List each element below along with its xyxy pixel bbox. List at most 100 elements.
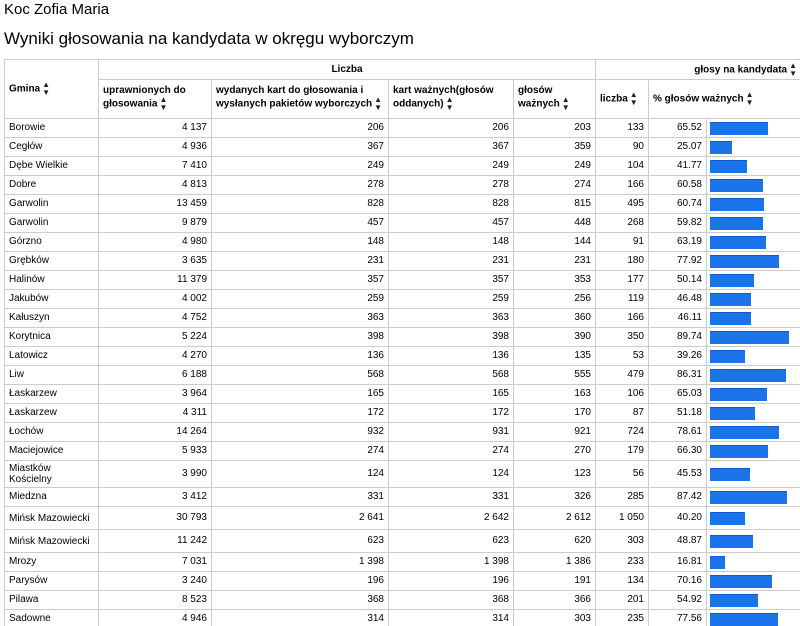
liczba-cell: 166 xyxy=(595,175,649,195)
procent-cell: 60.58 xyxy=(648,175,707,195)
percent-bar-cell xyxy=(705,487,800,507)
percent-bar-cell xyxy=(705,609,800,626)
col-header-liczba[interactable]: liczba ▲ ▼ xyxy=(595,79,649,119)
liczba-cell: 479 xyxy=(595,365,649,385)
col-header-procent-label: % głosów ważnych xyxy=(653,93,744,105)
procent-cell: 50.14 xyxy=(648,270,707,290)
wydanych-cell: 357 xyxy=(211,270,389,290)
table-row: Mińsk Mazowiecki 11 242 623 623 620 303 48.87 xyxy=(4,529,800,553)
percent-bar-cell xyxy=(705,118,800,138)
percent-bar xyxy=(710,490,787,504)
kart-cell: 148 xyxy=(388,232,514,252)
percent-bar xyxy=(710,368,786,382)
percent-bar-cell xyxy=(705,251,800,271)
wydanych-cell: 623 xyxy=(211,529,389,553)
uprawnionych-cell: 11 379 xyxy=(98,270,212,290)
kart-cell: 172 xyxy=(388,403,514,423)
gmina-cell: Miedzna xyxy=(4,487,99,507)
group-header-glosy-label: głosy na kandydata xyxy=(694,64,788,76)
procent-cell: 87.42 xyxy=(648,487,707,507)
sort-up-down-icon: ▲ ▼ xyxy=(374,95,383,112)
wydanych-cell: 368 xyxy=(211,590,389,610)
liczba-cell: 233 xyxy=(595,552,649,572)
percent-bar-cell xyxy=(705,327,800,347)
glosow-cell: 555 xyxy=(513,365,596,385)
kart-cell: 314 xyxy=(388,609,514,626)
group-header-glosy[interactable]: głosy na kandydata ▲ ▼ xyxy=(594,59,800,80)
table-row: Korytnica 5 224 398 398 390 350 89.74 xyxy=(4,327,800,347)
sort-up-down-icon: ▲ ▼ xyxy=(561,95,570,112)
liczba-cell: 104 xyxy=(595,156,649,176)
table-row: Liw 6 188 568 568 555 479 86.31 xyxy=(4,365,800,385)
procent-cell: 86.31 xyxy=(648,365,707,385)
procent-cell: 63.19 xyxy=(648,232,707,252)
glosow-cell: 123 xyxy=(513,460,596,488)
percent-bar-cell xyxy=(705,156,800,176)
glosow-cell: 274 xyxy=(513,175,596,195)
kart-cell: 136 xyxy=(388,346,514,366)
percent-bar xyxy=(710,159,747,173)
percent-bar-cell xyxy=(705,137,800,157)
col-header-glosow[interactable]: głosów ważnych ▲ ▼ xyxy=(513,79,596,119)
candidate-name: Koc Zofia Maria xyxy=(4,1,110,18)
col-header-uprawnionych[interactable]: uprawnionych do głosowania ▲ ▼ xyxy=(98,79,212,119)
liczba-cell: 53 xyxy=(595,346,649,366)
percent-bar-cell xyxy=(705,175,800,195)
uprawnionych-cell: 5 933 xyxy=(98,441,212,461)
kart-cell: 828 xyxy=(388,194,514,214)
col-header-uprawnionych-label: uprawnionych do głosowania xyxy=(103,85,186,110)
glosow-cell: 191 xyxy=(513,571,596,591)
wydanych-cell: 932 xyxy=(211,422,389,442)
glosow-cell: 303 xyxy=(513,609,596,626)
percent-bar xyxy=(710,330,789,344)
percent-bar xyxy=(710,178,764,192)
glosow-cell: 620 xyxy=(513,529,596,553)
percent-bar-cell xyxy=(705,384,800,404)
glosow-cell: 2 612 xyxy=(513,506,596,530)
percent-bar-cell xyxy=(705,270,800,290)
wydanych-cell: 172 xyxy=(211,403,389,423)
kart-cell: 331 xyxy=(388,487,514,507)
percent-bar-cell xyxy=(705,552,800,572)
wydanych-cell: 2 641 xyxy=(211,506,389,530)
uprawnionych-cell: 4 311 xyxy=(98,403,212,423)
col-header-gmina[interactable]: Gmina ▲ ▼ xyxy=(4,59,99,119)
procent-cell: 65.03 xyxy=(648,384,707,404)
table-row: Cegłów 4 936 367 367 359 90 25.07 xyxy=(4,137,800,157)
table-row: Łochów 14 264 932 931 921 724 78.61 xyxy=(4,422,800,442)
col-header-wydanych[interactable]: wydanych kart do głosowania i wysłanych … xyxy=(211,79,389,119)
wydanych-cell: 367 xyxy=(211,137,389,157)
table-row: Łaskarzew 3 964 165 165 163 106 65.03 xyxy=(4,384,800,404)
kart-cell: 357 xyxy=(388,270,514,290)
table-row: Halinów 11 379 357 357 353 177 50.14 xyxy=(4,270,800,290)
procent-cell: 70.16 xyxy=(648,571,707,591)
col-header-kart[interactable]: kart ważnych(głosów oddanych) ▲ ▼ xyxy=(388,79,514,119)
col-header-procent[interactable]: % głosów ważnych ▲ ▼ xyxy=(647,79,800,119)
percent-bar-cell xyxy=(705,403,800,423)
percent-bar xyxy=(710,387,768,401)
table-row: Mrozy 7 031 1 398 1 398 1 386 233 16.81 xyxy=(4,552,800,572)
wydanych-cell: 196 xyxy=(211,571,389,591)
glosow-cell: 231 xyxy=(513,251,596,271)
glosow-cell: 353 xyxy=(513,270,596,290)
wydanych-cell: 278 xyxy=(211,175,389,195)
percent-bar-cell xyxy=(705,529,800,553)
results-table: Gmina ▲ ▼ Liczba głosy na kandydata ▲ ▼ upra… xyxy=(4,59,800,626)
glosow-cell: 390 xyxy=(513,327,596,347)
table-row: Pilawa 8 523 368 368 366 201 54.92 xyxy=(4,590,800,610)
col-header-liczba-label: liczba xyxy=(600,93,628,105)
wydanych-cell: 314 xyxy=(211,609,389,626)
wydanych-cell: 568 xyxy=(211,365,389,385)
kart-cell: 398 xyxy=(388,327,514,347)
wydanych-cell: 124 xyxy=(211,460,389,488)
gmina-cell: Maciejowice xyxy=(4,441,99,461)
kart-cell: 363 xyxy=(388,308,514,328)
glosow-cell: 163 xyxy=(513,384,596,404)
kart-cell: 367 xyxy=(388,137,514,157)
uprawnionych-cell: 3 240 xyxy=(98,571,212,591)
table-row: Latowicz 4 270 136 136 135 53 39.26 xyxy=(4,346,800,366)
table-row: Garwolin 9 879 457 457 448 268 59.82 xyxy=(4,213,800,233)
percent-bar xyxy=(710,574,772,588)
gmina-cell: Kałuszyn xyxy=(4,308,99,328)
table-row: Garwolin 13 459 828 828 815 495 60.74 xyxy=(4,194,800,214)
